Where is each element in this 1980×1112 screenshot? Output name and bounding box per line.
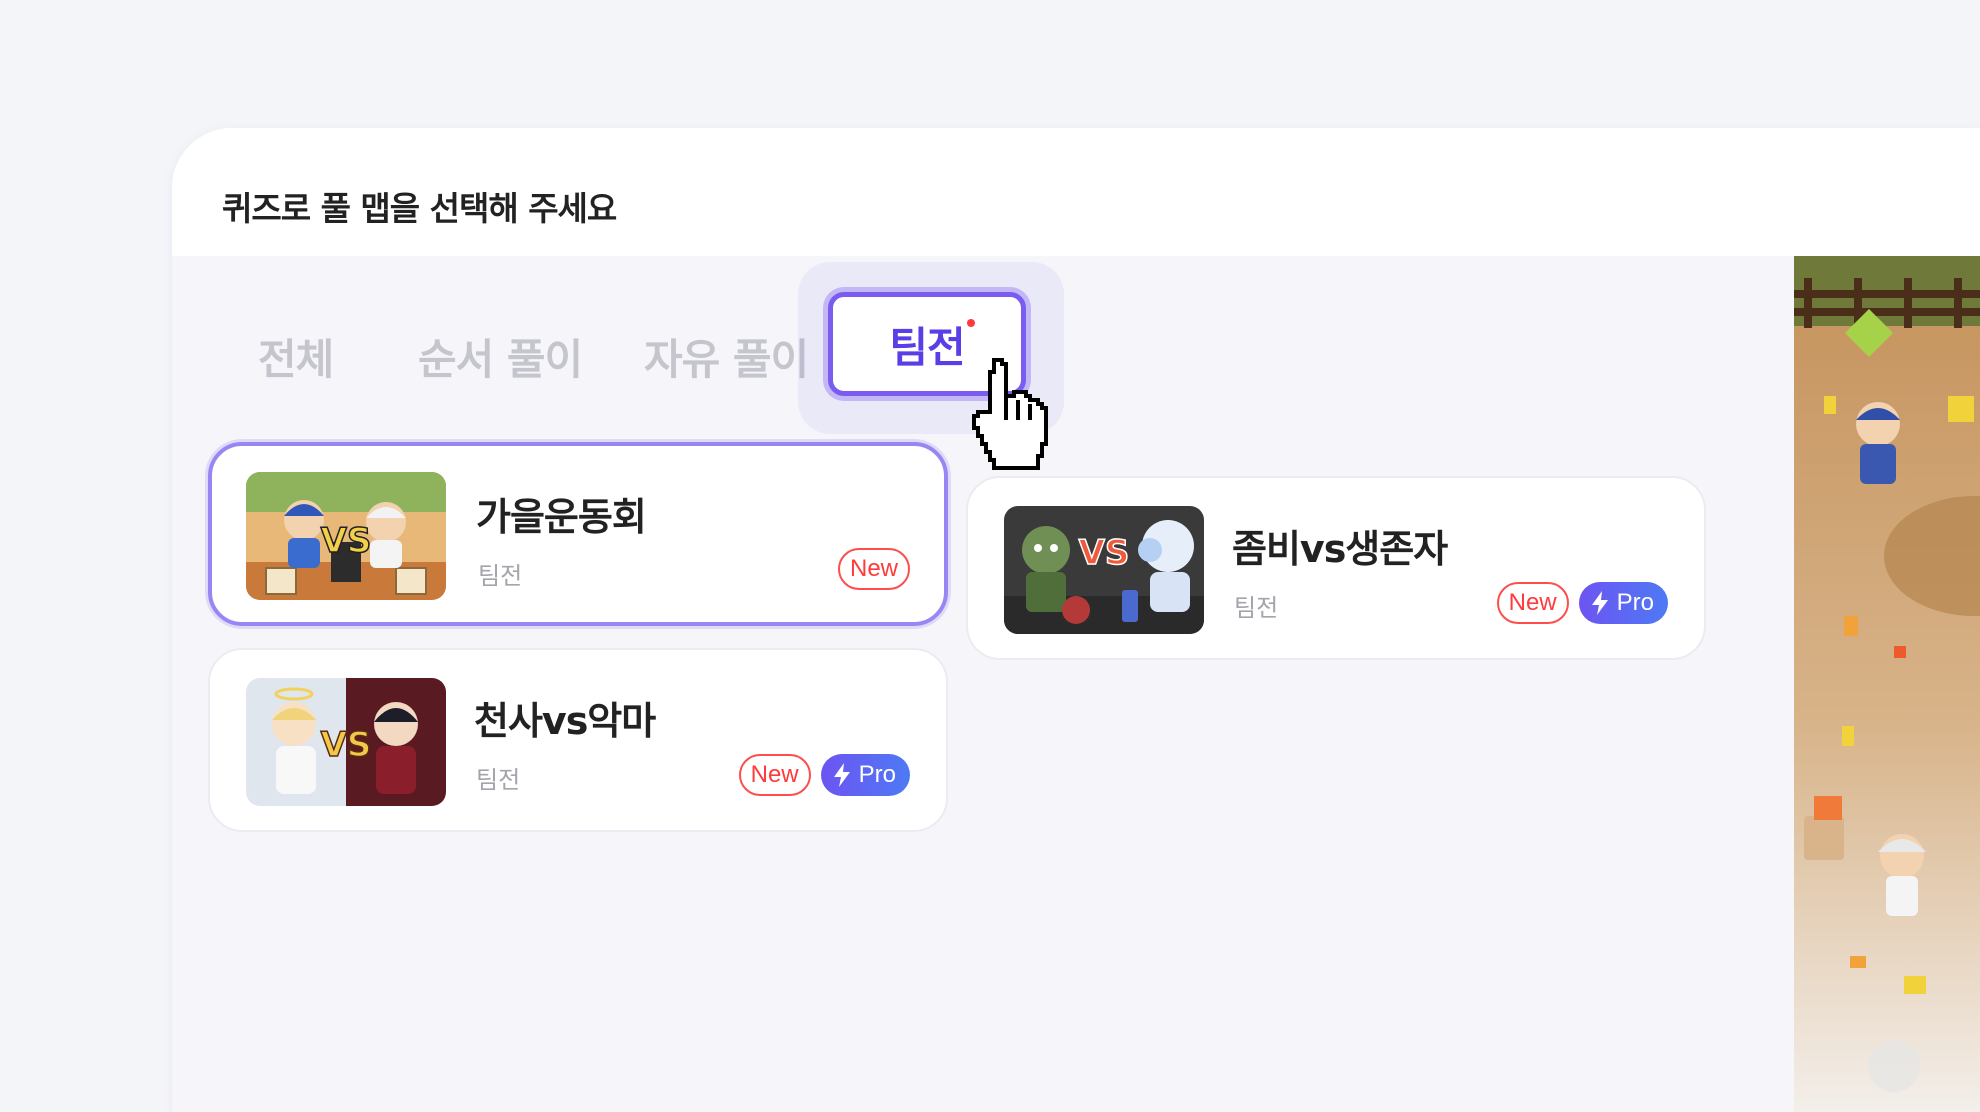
map-type: 팀전 (476, 766, 521, 794)
new-badge: New (837, 548, 910, 590)
map-preview-image (1794, 256, 1980, 1112)
dialog-title: 퀴즈로 풀 맵을 선택해 주세요 (222, 189, 617, 228)
lightning-icon (833, 763, 850, 787)
map-thumbnail: VS (246, 678, 446, 806)
new-indicator-dot (967, 319, 975, 327)
map-card-zombie-vs-survivor[interactable]: VS 좀비vs생존자 팀전 New Pro (966, 476, 1706, 660)
badge-group: New Pro (1496, 582, 1668, 624)
lightning-icon (1591, 591, 1608, 615)
pro-badge-label: Pro (858, 761, 896, 788)
map-thumbnail: VS (1004, 506, 1204, 634)
vs-text: VS (1079, 533, 1130, 573)
pro-badge: Pro (820, 754, 910, 796)
pro-badge-label: Pro (1616, 589, 1654, 616)
map-name: 좀비vs생존자 (1232, 527, 1448, 571)
vs-text: VS (321, 725, 372, 765)
tab-all[interactable]: 전체 (258, 326, 334, 387)
badge-group: New Pro (738, 754, 910, 796)
map-thumbnail: VS (246, 472, 446, 600)
map-card-angel-vs-devil[interactable]: VS 천사vs악마 팀전 New Pro (208, 648, 948, 832)
map-type: 팀전 (478, 562, 523, 590)
vs-text: VS (321, 521, 372, 561)
map-type: 팀전 (1234, 594, 1279, 622)
tab-sequential[interactable]: 순서 풀이 (418, 326, 583, 387)
map-select-dialog: 퀴즈로 풀 맵을 선택해 주세요 전체 순서 풀이 자유 풀이 팀전 VS 가을… (172, 128, 1980, 1112)
dialog-header: 퀴즈로 풀 맵을 선택해 주세요 (172, 128, 1980, 256)
badge-group: New (837, 548, 910, 590)
pro-badge: Pro (1578, 582, 1668, 624)
tab-team-label: 팀전 (889, 322, 965, 372)
new-badge: New (1496, 582, 1569, 624)
map-card-autumn-sports-day[interactable]: VS 가을운동회 팀전 New (208, 442, 948, 626)
map-name: 천사vs악마 (474, 699, 656, 743)
tab-free[interactable]: 자유 풀이 (644, 326, 809, 387)
map-name: 가을운동회 (476, 495, 647, 539)
new-badge: New (738, 754, 811, 796)
hand-pointer-icon (972, 358, 1048, 470)
